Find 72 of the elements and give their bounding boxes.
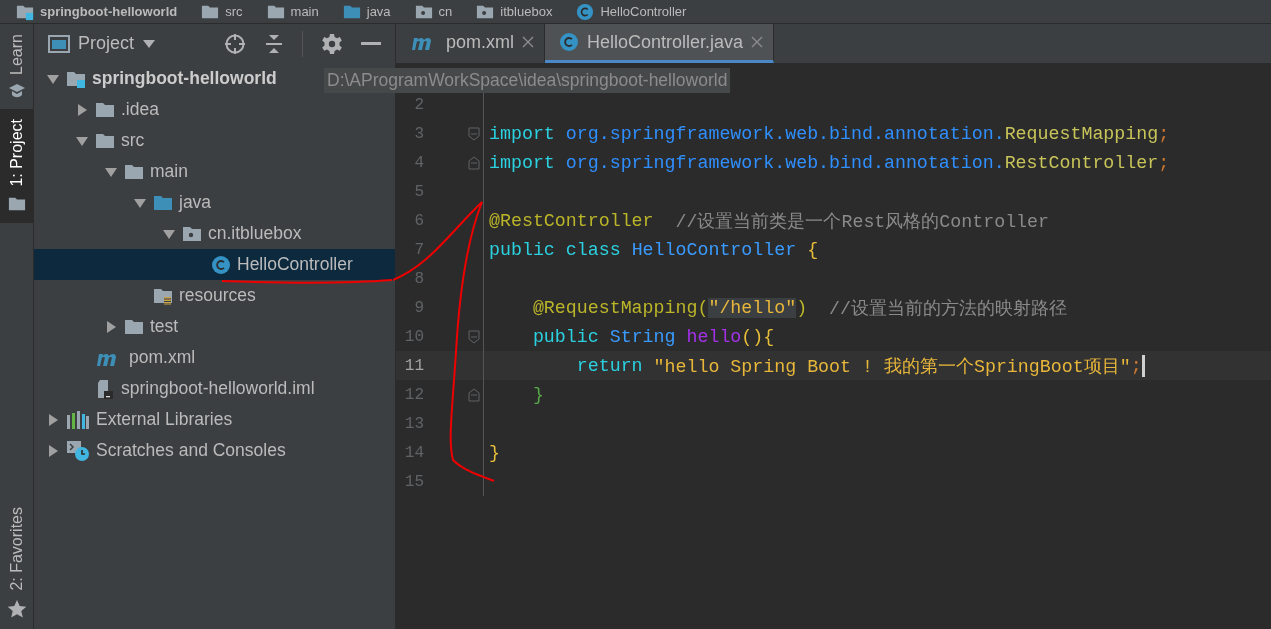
text-cursor (1141, 354, 1145, 377)
tree-item[interactable]: Scratches and Consoles (34, 435, 395, 466)
breadcrumb-item[interactable]: HelloController (600, 4, 687, 19)
code-line: @RequestMapping("/hello") //设置当前的方法的映射路径 (531, 296, 1068, 320)
tree-item[interactable]: HelloController (34, 249, 395, 280)
code-line: } (489, 442, 500, 463)
expand-arrow-icon[interactable] (46, 412, 60, 427)
tree-item[interactable]: cn.itbluebox (34, 218, 395, 249)
tree-item[interactable]: test (34, 311, 395, 342)
graduation-cap-icon (7, 82, 26, 99)
window-icon (48, 34, 70, 53)
breadcrumb-item[interactable]: springboot-helloworld (40, 4, 178, 19)
line-number: 14 (403, 443, 424, 462)
settings-icon[interactable] (321, 32, 343, 55)
code-line: return "hello Spring Boot ! 我的第一个SpringBoot项目"; (489, 353, 1145, 378)
code-line: public class HelloController { (489, 239, 819, 260)
line-number: 6 (413, 211, 424, 230)
line-number: 4 (413, 153, 424, 172)
fold-marker-icon[interactable] (468, 155, 480, 170)
expand-arrow-icon[interactable] (104, 319, 118, 334)
minimize-icon[interactable] (361, 41, 381, 46)
code-line: } (531, 384, 544, 405)
tree-item[interactable]: springboot-helloworld.iml (34, 373, 395, 404)
code-line: @RestController //设置当前类是一个Rest风格的Controller (489, 209, 1050, 233)
breadcrumb-item[interactable]: java (366, 4, 391, 19)
tree-item[interactable]: External Libraries (34, 404, 395, 435)
tree-item[interactable]: resources (34, 280, 395, 311)
locate-crosshair-icon[interactable] (224, 32, 246, 55)
line-number: 10 (403, 327, 424, 346)
class-icon (211, 254, 231, 275)
breadcrumb-item[interactable]: main (290, 4, 319, 19)
line-number: 7 (413, 240, 424, 259)
fold-marker-icon[interactable] (468, 329, 480, 344)
line-number: 9 (413, 298, 424, 317)
path-tooltip: D:\AProgramWorkSpace\idea\springboot-helloworld (324, 68, 731, 93)
tree-item[interactable]: .idea (34, 94, 395, 125)
close-icon[interactable] (522, 36, 534, 48)
close-icon[interactable] (751, 36, 764, 48)
line-number: 5 (413, 182, 424, 201)
tree-item[interactable]: main (34, 156, 395, 187)
module-file-icon (95, 378, 115, 399)
breadcrumb-item[interactable]: cn (438, 4, 453, 19)
code-line: import org.springframework.web.bind.annotation.RequestMapping; (489, 123, 1170, 144)
breadcrumb-item[interactable]: src (225, 4, 243, 19)
line-number: 2 (413, 95, 424, 114)
editor-tab[interactable]: HelloController.java (545, 24, 775, 63)
line-number: 8 (413, 269, 424, 288)
line-number: 12 (403, 385, 424, 404)
scratches-clock-icon (66, 439, 90, 462)
side-tab[interactable]: Learn (0, 24, 33, 109)
line-number: 11 (403, 356, 424, 375)
tree-item[interactable]: java (34, 187, 395, 218)
star-icon (6, 599, 27, 619)
line-number: 15 (403, 472, 424, 491)
line-number: 3 (413, 124, 424, 143)
side-tab[interactable]: 1: Project (0, 108, 33, 223)
caret-icon (142, 38, 157, 49)
project-view-dropdown[interactable]: Project (48, 33, 157, 54)
fold-marker-icon[interactable] (468, 126, 480, 141)
class-icon (559, 32, 579, 52)
collapse-all-icon[interactable] (264, 32, 284, 55)
expand-arrow-icon[interactable] (46, 443, 60, 458)
tree-item[interactable]: pom.xml (34, 342, 395, 373)
tree-item[interactable]: src (34, 125, 395, 156)
breadcrumb-item[interactable]: itbluebox (500, 4, 553, 19)
side-tab[interactable]: 2: Favorites (0, 497, 33, 629)
fold-marker-icon[interactable] (468, 387, 480, 402)
expand-arrow-icon[interactable] (75, 102, 89, 117)
code-line: public String hello(){ (531, 326, 775, 347)
libraries-icon (66, 409, 90, 430)
code-line: import org.springframework.web.bind.annotation.RestController; (489, 152, 1170, 173)
line-number: 13 (403, 414, 424, 433)
